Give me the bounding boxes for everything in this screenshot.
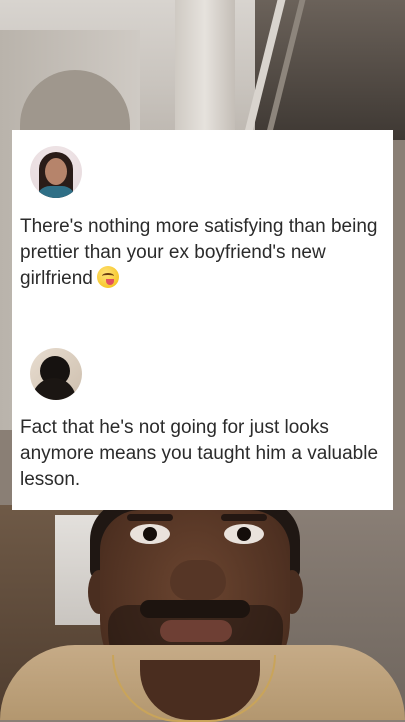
- left-eyebrow: [127, 514, 173, 521]
- lips: [160, 620, 232, 642]
- avatar-silhouette: [30, 348, 82, 400]
- avatar-body: [36, 186, 76, 198]
- post-1-body: There's nothing more satisfying than bei…: [20, 214, 390, 292]
- nose: [170, 560, 226, 600]
- face-savoring-food-icon: [96, 266, 119, 288]
- avatar-face: [45, 158, 67, 185]
- post-2-text: Fact that he's not going for just looks …: [20, 417, 379, 490]
- post-2-body: Fact that he's not going for just looks …: [20, 415, 390, 493]
- post-1-text: There's nothing more satisfying than bei…: [20, 216, 378, 289]
- avatar-silhouette-body: [32, 378, 76, 400]
- left-eye: [130, 524, 170, 544]
- avatar-woman: [30, 146, 82, 198]
- right-eyebrow: [221, 514, 267, 521]
- mustache: [140, 600, 250, 618]
- post-screenshot-card: There's nothing more satisfying than bei…: [12, 130, 393, 510]
- right-eye: [224, 524, 264, 544]
